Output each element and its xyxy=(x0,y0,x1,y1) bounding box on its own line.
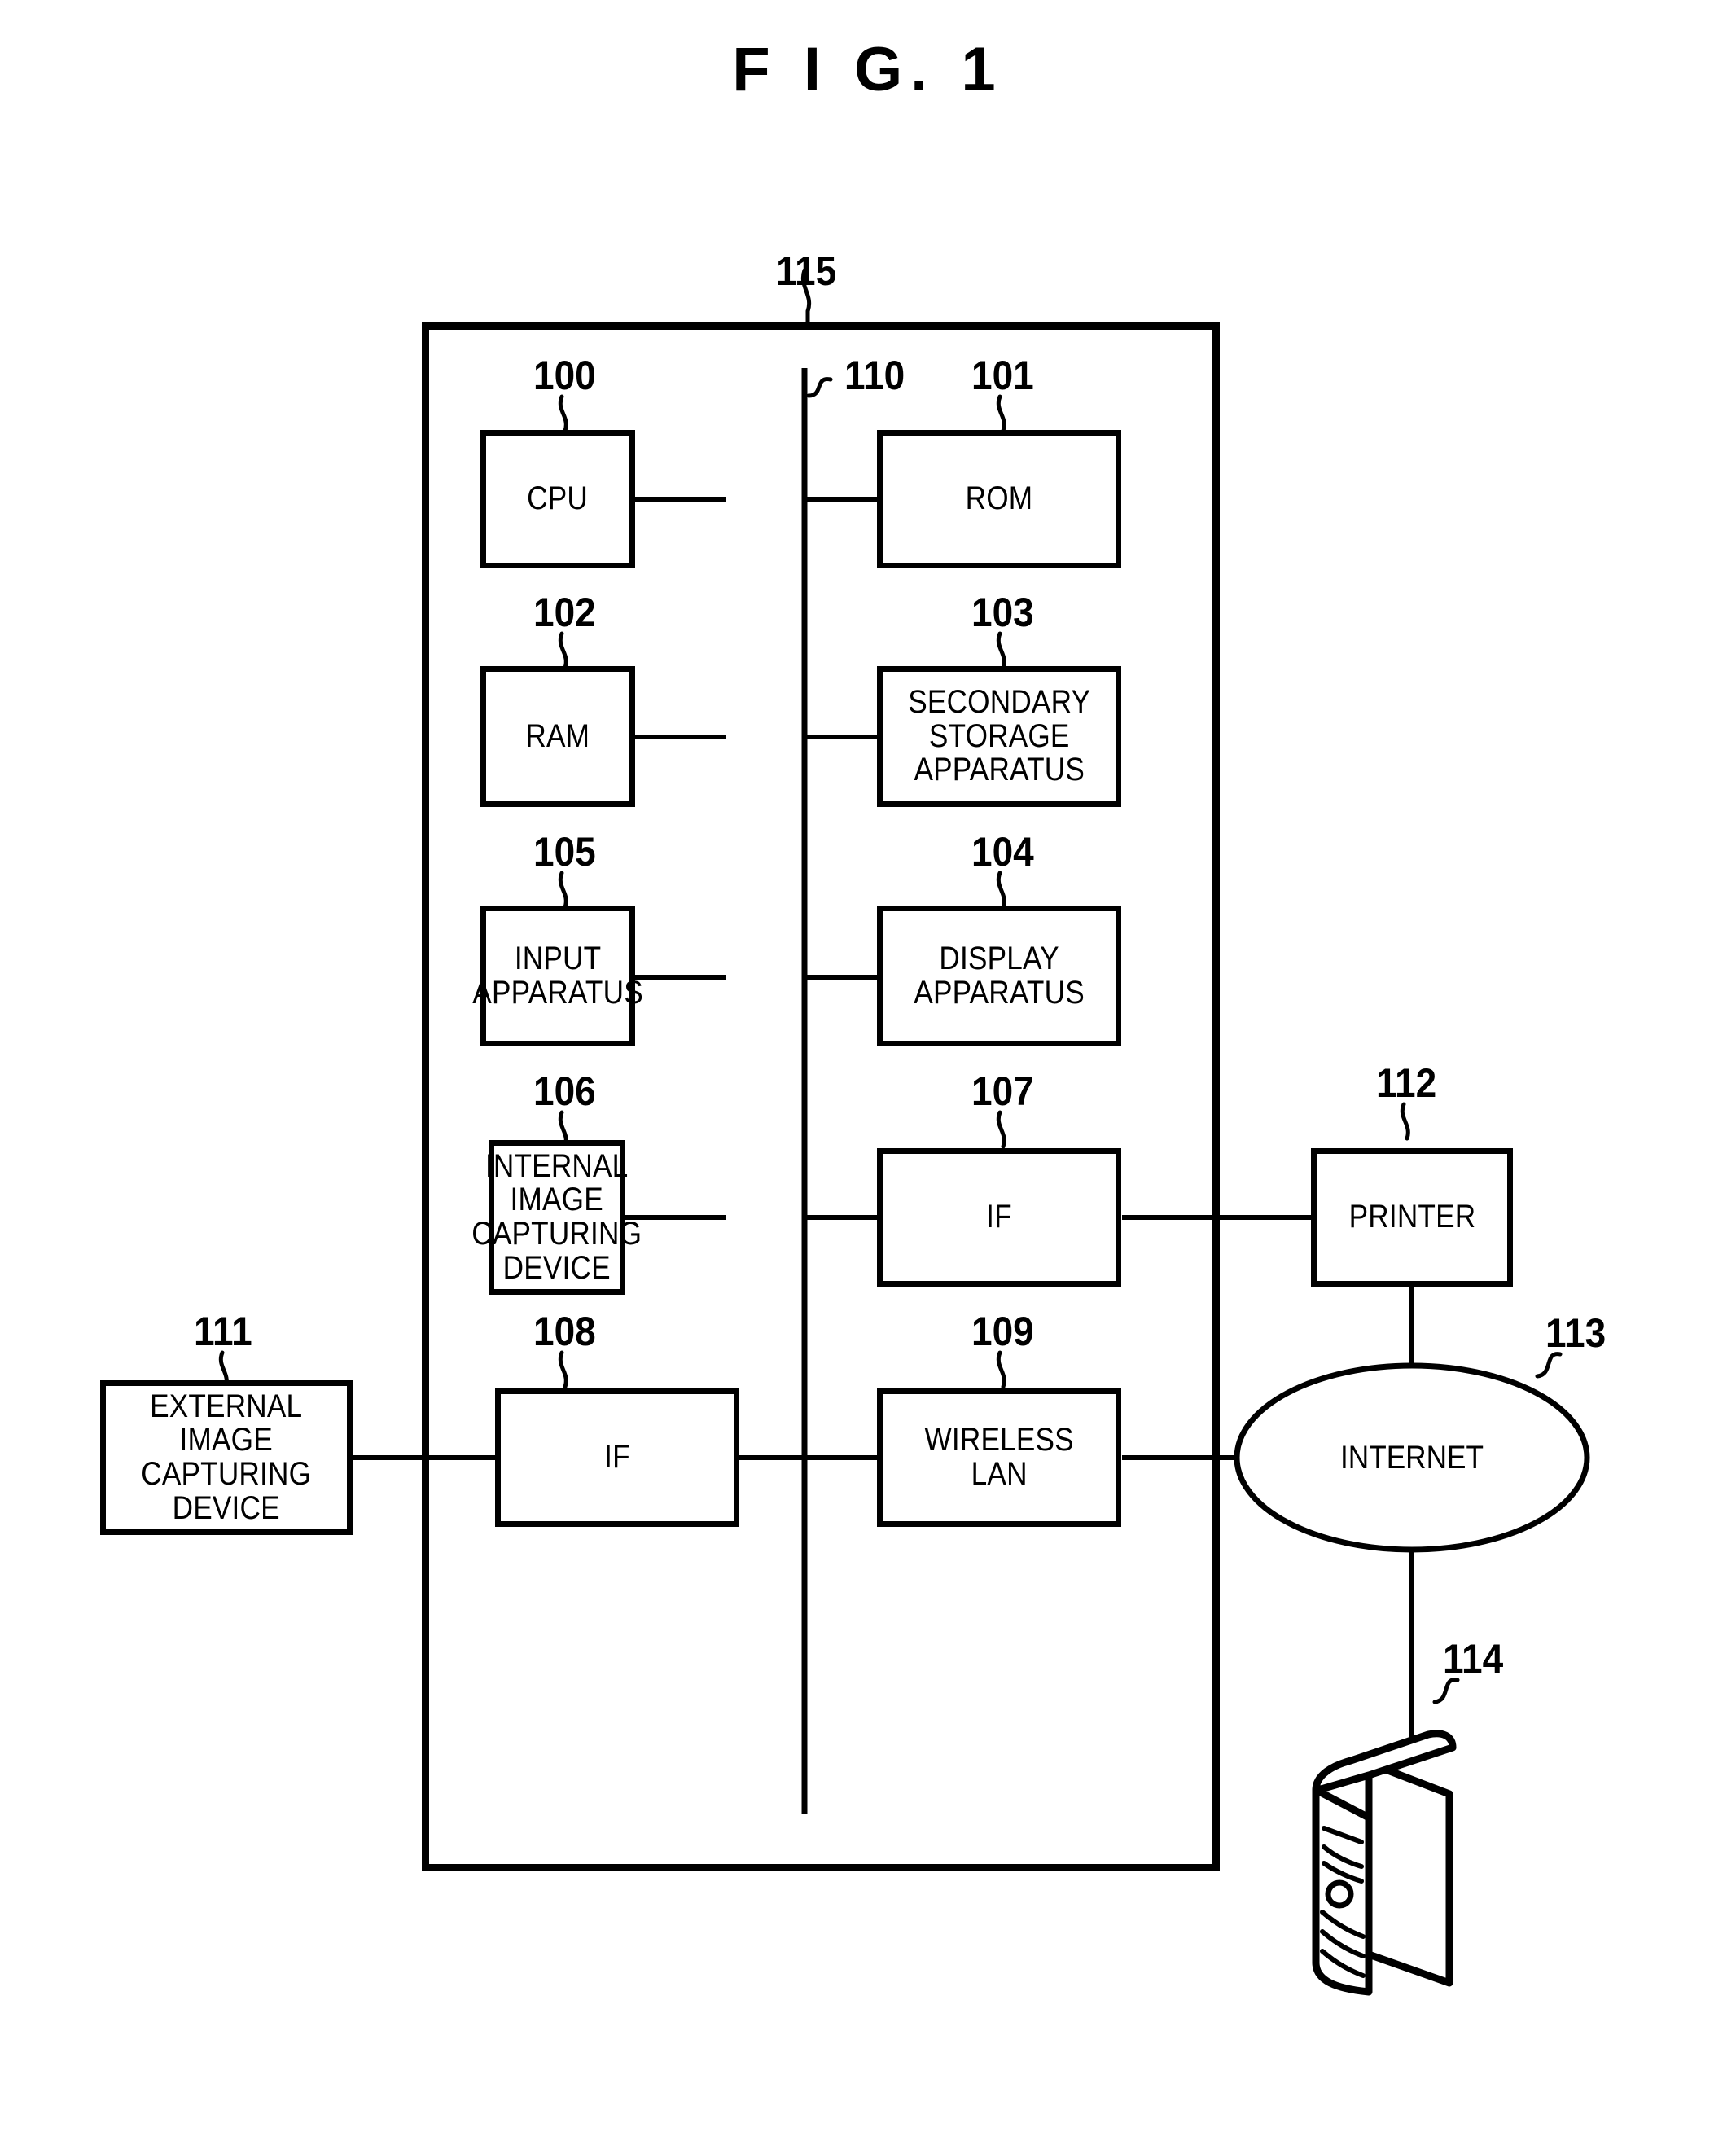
block-internal-image-capturing-device-label: INTERNAL IMAGE CAPTURING DEVICE xyxy=(471,1147,642,1286)
ref-109: 109 xyxy=(971,1309,1034,1354)
ref-102: 102 xyxy=(533,590,596,635)
block-if-printer: IF xyxy=(877,1148,1121,1287)
ref-104: 104 xyxy=(971,829,1034,875)
lead-line-113 xyxy=(1535,1352,1563,1379)
block-input-apparatus: INPUT APPARATUS xyxy=(472,906,643,1046)
ref-106: 106 xyxy=(533,1068,596,1114)
internet-label-text: INTERNET xyxy=(1340,1440,1484,1476)
ref-103: 103 xyxy=(971,590,1034,635)
ref-110: 110 xyxy=(844,353,905,398)
block-display-apparatus: DISPLAY APPARATUS xyxy=(877,906,1121,1046)
ref-115: 115 xyxy=(776,248,837,294)
block-rom-label: ROM xyxy=(965,480,1033,517)
block-secondary-storage: SECONDARY STORAGE APPARATUS xyxy=(877,666,1121,807)
block-external-image-capturing-device: EXTERNAL IMAGE CAPTURING DEVICE xyxy=(100,1380,353,1535)
block-if-printer-label: IF xyxy=(986,1199,1012,1235)
figure-root: F I G. 1 CPU ROM RAM SECONDARY STORAGE A… xyxy=(0,0,1736,2136)
block-cpu-label: CPU xyxy=(527,480,589,517)
block-ram-label: RAM xyxy=(525,717,590,754)
ref-111: 111 xyxy=(194,1309,252,1354)
ref-100: 100 xyxy=(533,353,596,398)
ref-105: 105 xyxy=(533,829,596,875)
block-wireless-lan: WIRELESS LAN xyxy=(877,1388,1121,1527)
block-external-image-capturing-device-label: EXTERNAL IMAGE CAPTURING DEVICE xyxy=(141,1388,312,1526)
block-wireless-lan-label: WIRELESS LAN xyxy=(924,1422,1074,1492)
lead-line-114 xyxy=(1432,1678,1460,1704)
ref-107: 107 xyxy=(971,1068,1034,1114)
server-power-button xyxy=(1325,1879,1354,1909)
block-display-apparatus-label: DISPLAY APPARATUS xyxy=(914,940,1085,1011)
ref-108: 108 xyxy=(533,1309,596,1354)
block-ram: RAM xyxy=(480,666,635,807)
ref-112: 112 xyxy=(1376,1060,1437,1106)
ref-114: 114 xyxy=(1443,1636,1504,1682)
block-cpu: CPU xyxy=(480,430,635,568)
block-input-apparatus-label: INPUT APPARATUS xyxy=(472,940,643,1011)
ref-113: 113 xyxy=(1545,1310,1607,1356)
block-internal-image-capturing-device: INTERNAL IMAGE CAPTURING DEVICE xyxy=(472,1140,642,1295)
block-secondary-storage-label: SECONDARY STORAGE APPARATUS xyxy=(908,684,1090,788)
block-printer: PRINTER xyxy=(1311,1148,1513,1287)
ref-101: 101 xyxy=(971,353,1034,398)
block-if-external-label: IF xyxy=(604,1439,630,1476)
block-if-external: IF xyxy=(495,1388,739,1527)
internet-label: INTERNET xyxy=(1304,1440,1519,1476)
server-icon xyxy=(1312,1730,1457,1996)
block-printer-label: PRINTER xyxy=(1348,1199,1475,1235)
lead-line-112 xyxy=(1400,1102,1410,1141)
block-rom: ROM xyxy=(877,430,1121,568)
